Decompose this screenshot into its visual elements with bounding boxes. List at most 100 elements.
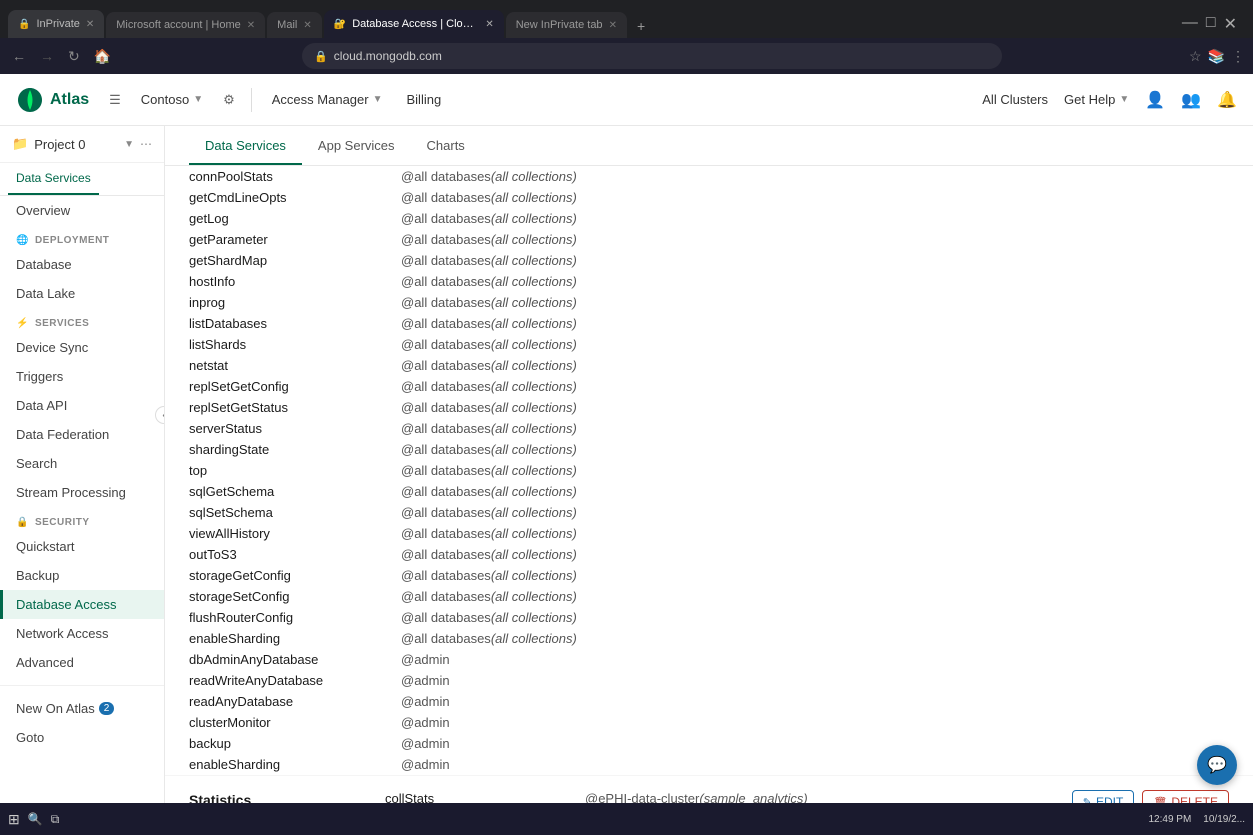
collections-icon[interactable]: 📚 (1208, 48, 1225, 65)
sidebar-item-advanced[interactable]: Advanced (0, 648, 164, 677)
sidebar-item-database[interactable]: Database (0, 250, 164, 279)
access-manager-label: Access Manager (272, 92, 369, 107)
project-dropdown-icon: ▼ (124, 139, 134, 150)
sidebar-item-data-federation[interactable]: Data Federation (0, 420, 164, 449)
table-row: shardingState @all databases(all collect… (165, 439, 1253, 460)
sidebar-item-data-api[interactable]: Data API (0, 391, 164, 420)
browser-tab-home[interactable]: Microsoft account | Home ✕ (106, 12, 265, 38)
table-row: backup @admin (165, 733, 1253, 754)
taskbar-time: 12:49 PM (1148, 814, 1191, 825)
windows-icon[interactable]: ⊞ (8, 811, 20, 828)
table-row: listShards @all databases(all collection… (165, 334, 1253, 355)
nav-right: All Clusters Get Help ▼ 👤 👥 🔔 (982, 90, 1237, 110)
sidebar-item-triggers[interactable]: Triggers (0, 362, 164, 391)
project-selector[interactable]: 📁 Project 0 ▼ ⋯ (0, 126, 164, 163)
atlas-logo-icon (16, 86, 44, 114)
sidebar-section-security: 🔒 SECURITY (0, 507, 164, 532)
table-row: enableSharding @admin (165, 754, 1253, 775)
billing-label: Billing (407, 92, 442, 107)
table-row: serverStatus @all databases(all collecti… (165, 418, 1253, 439)
tab-data-services[interactable]: Data Services (189, 126, 302, 165)
chat-bubble[interactable]: 💬 (1197, 745, 1237, 785)
table-row: listDatabases @all databases(all collect… (165, 313, 1253, 334)
deployment-section-icon: 🌐 (16, 235, 29, 246)
table-row: readAnyDatabase @admin (165, 691, 1253, 712)
tab-close-icon[interactable]: ✕ (485, 19, 493, 30)
all-clusters-btn[interactable]: All Clusters (982, 92, 1048, 107)
tab-label: New InPrivate tab (516, 19, 603, 31)
project-more-icon[interactable]: ⋯ (140, 137, 152, 151)
minimize-icon[interactable]: — (1182, 14, 1198, 34)
team-icon[interactable]: 👥 (1181, 90, 1201, 110)
tab-charts[interactable]: Charts (411, 126, 481, 165)
table-row: connPoolStats @all databases(all collect… (165, 166, 1253, 187)
project-name: Project 0 (34, 137, 118, 152)
settings-icon[interactable]: ⋮ (1231, 48, 1245, 65)
sidebar-item-overview[interactable]: Overview (0, 196, 164, 225)
table-row: storageGetConfig @all databases(all coll… (165, 565, 1253, 586)
atlas-logo[interactable]: Atlas (16, 86, 89, 114)
edit-button[interactable]: ✎ EDIT (1072, 790, 1135, 803)
table-row: hostInfo @all databases(all collections) (165, 271, 1253, 292)
org-name: Contoso (141, 92, 189, 107)
bell-icon[interactable]: 🔔 (1217, 90, 1237, 110)
browser-tab-inprivate[interactable]: 🔒 InPrivate ✕ (8, 10, 104, 38)
tab-close-icon[interactable]: ✕ (303, 20, 311, 31)
refresh-icon[interactable]: ↻ (64, 44, 84, 69)
sidebar: 📁 Project 0 ▼ ⋯ Data Services Overview 🌐… (0, 126, 165, 803)
sidebar-item-network-access[interactable]: Network Access (0, 619, 164, 648)
sidebar-item-new-on-atlas[interactable]: New On Atlas 2 (0, 694, 164, 723)
privileges-table: connPoolStats @all databases(all collect… (165, 166, 1253, 775)
sidebar-item-goto[interactable]: Goto (0, 723, 164, 752)
browser-tab-new-inprivate[interactable]: New InPrivate tab ✕ (506, 12, 627, 38)
tab-close-icon[interactable]: ✕ (609, 20, 617, 31)
org-selector[interactable]: Contoso ▼ (133, 88, 211, 111)
nav-billing[interactable]: Billing (399, 88, 450, 111)
sidebar-item-data-lake[interactable]: Data Lake (0, 279, 164, 308)
top-tabs-bar: Data Services App Services Charts (165, 126, 1253, 166)
taskview-icon[interactable]: ⧉ (51, 812, 60, 827)
services-section-icon: ⚡ (16, 318, 29, 329)
home-icon[interactable]: 🏠 (90, 44, 115, 69)
delete-button[interactable]: 🗑 DELETE (1142, 790, 1229, 803)
gear-icon[interactable]: ⚙ (219, 88, 239, 112)
sidebar-item-search[interactable]: Search (0, 449, 164, 478)
access-manager-dropdown-icon: ▼ (373, 94, 383, 105)
table-row: getShardMap @all databases(all collectio… (165, 250, 1253, 271)
bookmark-icon[interactable]: ☆ (1189, 48, 1202, 65)
browser-chrome: 🔒 InPrivate ✕ Microsoft account | Home ✕… (0, 0, 1253, 38)
table-row: netstat @all databases(all collections) (165, 355, 1253, 376)
sidebar-item-quickstart[interactable]: Quickstart (0, 532, 164, 561)
table-row: clusterMonitor @admin (165, 712, 1253, 733)
sidebar-item-stream-processing[interactable]: Stream Processing (0, 478, 164, 507)
org-list-icon[interactable]: ☰ (105, 88, 125, 112)
security-section-icon: 🔒 (16, 517, 29, 528)
tab-data-services[interactable]: Data Services (8, 163, 99, 195)
maximize-icon[interactable]: □ (1206, 14, 1216, 34)
nav-access-manager[interactable]: Access Manager ▼ (264, 88, 391, 111)
tab-close-icon[interactable]: ✕ (247, 20, 255, 31)
tab-label: InPrivate (36, 18, 79, 30)
table-row: replSetGetStatus @all databases(all coll… (165, 397, 1253, 418)
table-row: sqlGetSchema @all databases(all collecti… (165, 481, 1253, 502)
tab-label: Microsoft account | Home (116, 19, 241, 31)
new-tab-button[interactable]: + (629, 14, 653, 38)
sidebar-item-device-sync[interactable]: Device Sync (0, 333, 164, 362)
new-on-atlas-badge: 2 (99, 702, 115, 715)
close-icon[interactable]: ✕ (1224, 14, 1237, 34)
sidebar-item-database-access[interactable]: Database Access (0, 590, 164, 619)
browser-tab-mail[interactable]: Mail ✕ (267, 12, 322, 38)
user-icon[interactable]: 👤 (1145, 90, 1165, 110)
sidebar-section-deployment: 🌐 DEPLOYMENT (0, 225, 164, 250)
tab-close-icon[interactable]: ✕ (86, 19, 94, 30)
trash-icon: 🗑 (1153, 796, 1167, 804)
tab-app-services[interactable]: App Services (302, 126, 411, 165)
address-bar[interactable]: 🔒 cloud.mongodb.com (302, 43, 1002, 69)
get-help-btn[interactable]: Get Help ▼ (1064, 92, 1129, 107)
atlas-top-nav: Atlas ☰ Contoso ▼ ⚙ Access Manager ▼ Bil… (0, 74, 1253, 126)
back-icon[interactable]: ← (8, 44, 30, 68)
search-icon[interactable]: 🔍 (28, 812, 43, 826)
browser-tab-db-access[interactable]: 🔐 Database Access | Cloud Mong... ✕ (324, 10, 504, 38)
forward-icon[interactable]: → (36, 44, 58, 68)
sidebar-item-backup[interactable]: Backup (0, 561, 164, 590)
